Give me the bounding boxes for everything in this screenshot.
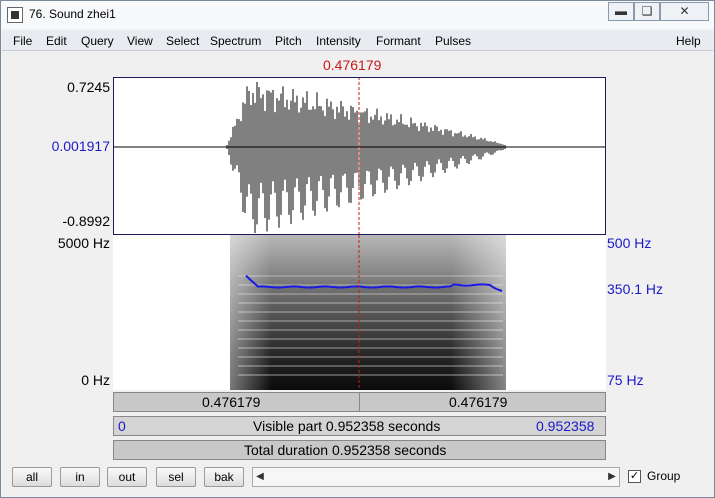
close-button[interactable]: ✕ xyxy=(660,2,709,21)
waveform-yzero-label: 0.001917 xyxy=(51,138,110,154)
zoom-all-button[interactable]: all xyxy=(12,467,52,487)
spectrogram-freq-min-label: 0 Hz xyxy=(81,372,110,388)
time-bar-right: 0.476179 xyxy=(449,394,508,410)
menu-bar: File Edit Query View Select Spectrum Pit… xyxy=(2,31,713,51)
menu-edit[interactable]: Edit xyxy=(46,34,67,48)
total-duration-label: Total duration 0.952358 seconds xyxy=(244,442,447,458)
menu-help[interactable]: Help xyxy=(676,34,701,48)
menu-query[interactable]: Query xyxy=(81,34,114,48)
total-duration-bar[interactable]: Total duration 0.952358 seconds xyxy=(113,440,606,460)
menu-pitch[interactable]: Pitch xyxy=(275,34,302,48)
title-bar: 76. Sound zhei1 ▬ ❑ ✕ xyxy=(1,1,714,29)
minimize-button[interactable]: ▬ xyxy=(608,2,634,21)
visible-part-label: Visible part 0.952358 seconds xyxy=(253,418,441,434)
menu-pulses[interactable]: Pulses xyxy=(435,34,471,48)
time-bar-left: 0.476179 xyxy=(202,394,261,410)
menu-file[interactable]: File xyxy=(13,34,32,48)
pitch-value-label: 350.1 Hz xyxy=(607,281,664,297)
maximize-button[interactable]: ❑ xyxy=(634,2,660,21)
menu-view[interactable]: View xyxy=(127,34,153,48)
pitch-max-label: 500 Hz xyxy=(607,235,652,251)
zoom-out-button[interactable]: out xyxy=(107,467,147,487)
scroll-right-icon[interactable]: ▶ xyxy=(605,468,619,486)
menu-spectrum[interactable]: Spectrum xyxy=(210,34,261,48)
waveform-ymax-label: 0.7245 xyxy=(67,79,110,95)
zoom-back-button[interactable]: bak xyxy=(204,467,244,487)
scroll-left-icon[interactable]: ◀ xyxy=(253,468,267,486)
zoom-in-button[interactable]: in xyxy=(60,467,100,487)
visible-start: 0 xyxy=(118,418,126,434)
spectrogram-panel[interactable] xyxy=(113,235,606,390)
sound-editor-area: 0.476179 0.7245 0.001917 -0.8992 5000 Hz… xyxy=(2,51,713,463)
group-label: Group xyxy=(647,469,681,483)
check-icon: ✓ xyxy=(629,470,640,482)
waveform-ymin-label: -0.8992 xyxy=(62,213,110,229)
waveform-panel[interactable] xyxy=(113,77,606,235)
spectrogram-freq-max-label: 5000 Hz xyxy=(57,235,110,251)
menu-intensity[interactable]: Intensity xyxy=(316,34,361,48)
visible-part-bar[interactable]: 0 Visible part 0.952358 seconds 0.952358 xyxy=(113,416,606,436)
cursor-time-bar[interactable]: 0.476179 0.476179 xyxy=(113,392,606,412)
group-checkbox[interactable]: ✓ xyxy=(628,470,641,483)
pitch-min-label: 75 Hz xyxy=(607,372,644,388)
menu-select[interactable]: Select xyxy=(166,34,199,48)
visible-end: 0.952358 xyxy=(536,418,595,434)
cursor-time-label: 0.476179 xyxy=(323,57,382,73)
time-scrollbar[interactable]: ◀ ▶ xyxy=(252,467,620,487)
window-title: 76. Sound zhei1 xyxy=(29,7,116,21)
minimize-icon: ▬ xyxy=(615,4,627,18)
praat-sound-window: 76. Sound zhei1 ▬ ❑ ✕ File Edit Query Vi… xyxy=(0,0,715,498)
menu-formant[interactable]: Formant xyxy=(376,34,421,48)
maximize-icon: ❑ xyxy=(641,4,653,18)
close-icon: ✕ xyxy=(679,4,690,18)
bottom-toolbar: all in out sel bak ◀ ▶ ✓ Group xyxy=(2,463,713,497)
app-icon xyxy=(7,7,23,23)
zoom-sel-button[interactable]: sel xyxy=(156,467,196,487)
